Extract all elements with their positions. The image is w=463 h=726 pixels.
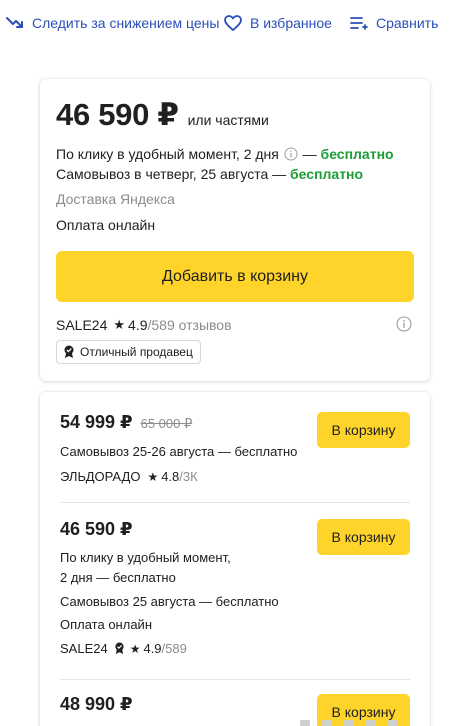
seller-name[interactable]: SALE24: [56, 317, 107, 333]
compare-label: Сравнить: [376, 15, 439, 31]
offer-seller-name[interactable]: SALE24: [60, 641, 108, 656]
pickup-text: Самовывоз в четверг, 25 августа —: [56, 166, 287, 182]
delivery-click-free: бесплатно: [320, 146, 394, 162]
main-price: 46 590 ₽: [56, 97, 179, 132]
seller-rating: 4.9: [128, 317, 148, 333]
seller-row: SALE24 ★ 4.9 /589 отзывов: [56, 317, 232, 333]
offer-payment-line: Оплата онлайн: [60, 617, 152, 632]
offer-seller-row: SALE24 ★ 4.9 /589: [60, 641, 187, 656]
price-watch-label: Следить за снижением цены: [32, 15, 220, 31]
star-icon: ★: [113, 317, 126, 332]
toolbar-icon: [344, 720, 354, 726]
toolbar-icon: [300, 720, 310, 726]
heart-icon: [224, 15, 242, 31]
offer-seller-name[interactable]: ЭЛЬДОРАДО: [60, 469, 140, 484]
compare-icon: [350, 17, 368, 30]
product-actions-bar: Следить за снижением цены В избранное Ср…: [0, 0, 463, 52]
offer-price: 54 999 ₽: [60, 412, 133, 432]
offer-pickup-line: Самовывоз 25 августа — бесплатно: [60, 594, 279, 609]
star-icon: ★: [129, 641, 141, 656]
add-to-cart-button[interactable]: Добавить в корзину: [56, 251, 414, 302]
toolbar-icon: [322, 720, 332, 726]
delivery-click-line: По клику в удобный момент, 2 дня — беспл…: [56, 146, 394, 162]
medal-icon: [115, 642, 124, 654]
delivery-click-text: По клику в удобный момент, 2 дня: [56, 146, 279, 162]
offer-divider: [60, 679, 410, 680]
offer-price: 46 590 ₽: [60, 519, 133, 539]
medal-icon: [64, 345, 74, 358]
delivery-click-dash: —: [302, 146, 317, 162]
offer-item: 48 990 ₽ В корзину: [60, 694, 410, 726]
pickup-line: Самовывоз в четверг, 25 августа — беспла…: [56, 166, 363, 182]
offer-divider: [60, 502, 410, 503]
offer-item: 46 590 ₽ По клику в удобный момент, 2 дн…: [60, 519, 410, 656]
offer-delivery-line: По клику в удобный момент,: [60, 550, 231, 565]
pickup-free: бесплатно: [290, 166, 364, 182]
favorites-label: В избранное: [250, 15, 332, 31]
offer-rating: 4.9: [143, 641, 162, 656]
toolbar-icon: [388, 720, 398, 726]
payment-method: Оплата онлайн: [56, 217, 156, 233]
offer-rating: 4.8: [161, 469, 180, 484]
star-icon: ★: [147, 469, 159, 484]
offer-add-to-cart-button[interactable]: В корзину: [317, 412, 410, 448]
main-offer-card: 46 590 ₽ или частями По клику в удобный …: [40, 79, 430, 381]
offer-item: 54 999 ₽ 65 000 ₽ Самовывоз 25-26 август…: [60, 412, 410, 484]
bottom-toolbar-fragment: [300, 720, 410, 726]
toolbar-icon: [366, 720, 376, 726]
compare-link[interactable]: Сравнить: [350, 15, 438, 31]
offer-delivery-line: 2 дня — бесплатно: [60, 570, 176, 585]
info-icon[interactable]: [396, 316, 412, 332]
trend-down-icon: [6, 17, 23, 28]
offer-old-price: 65 000 ₽: [140, 416, 193, 431]
price-row: 46 590 ₽ или частями: [56, 97, 269, 133]
offer-add-to-cart-button[interactable]: В корзину: [317, 519, 410, 555]
other-offers-card: 54 999 ₽ 65 000 ₽ Самовывоз 25-26 август…: [40, 392, 430, 726]
delivery-service: Доставка Яндекса: [56, 191, 175, 207]
installments-link[interactable]: или частями: [188, 112, 269, 128]
seller-badge[interactable]: Отличный продавец: [56, 340, 201, 364]
price-watch-link[interactable]: Следить за снижением цены: [6, 15, 219, 31]
offer-reviews[interactable]: /3К: [179, 469, 197, 484]
offer-seller-row: ЭЛЬДОРАДО ★ 4.8 /3К: [60, 469, 198, 484]
offer-reviews[interactable]: /589: [162, 641, 187, 656]
offer-delivery-line: Самовывоз 25-26 августа — бесплатно: [60, 444, 298, 459]
offer-price: 48 990 ₽: [60, 694, 133, 714]
seller-reviews-link[interactable]: /589 отзывов: [148, 317, 232, 333]
favorites-link[interactable]: В избранное: [224, 15, 332, 31]
info-icon[interactable]: [284, 147, 298, 161]
seller-badge-label: Отличный продавец: [80, 345, 193, 359]
